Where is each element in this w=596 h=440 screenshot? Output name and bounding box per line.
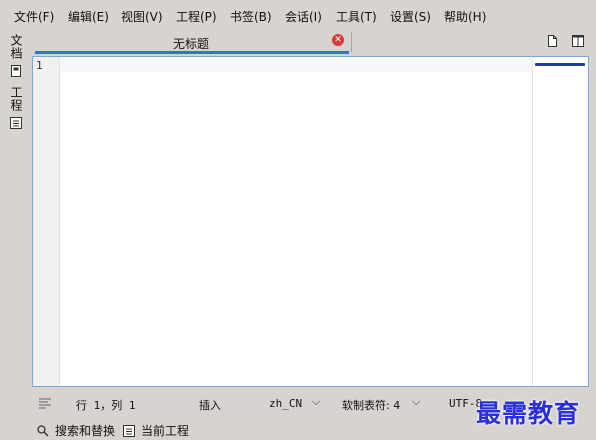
split-view-icon[interactable] <box>572 35 584 47</box>
language-chevron-down-icon[interactable]: ⌵ <box>312 395 320 409</box>
project-icon <box>10 117 22 129</box>
menu-file[interactable]: 文件(F) <box>14 8 54 25</box>
cursor-position[interactable]: 行 1，列 1 <box>76 397 136 413</box>
sidebar-tab-projects[interactable]: 工程 <box>9 86 23 129</box>
watermark-logo: 最需教育 <box>476 399 581 428</box>
search-replace-label: 搜索和替换 <box>55 424 116 438</box>
search-icon <box>37 424 49 437</box>
menu-edit[interactable]: 编辑(E) <box>68 8 109 25</box>
line-number: 1 <box>36 59 43 72</box>
tab-divider <box>351 32 352 52</box>
menu-bookmarks[interactable]: 书签(B) <box>230 8 272 25</box>
document-icon <box>11 65 21 77</box>
line-number-gutter: 1 <box>33 57 60 386</box>
menu-help[interactable]: 帮助(H) <box>444 8 486 25</box>
indent-setting[interactable]: 软制表符: 4 <box>342 397 400 413</box>
current-project-tab[interactable]: 当前工程 <box>123 422 189 439</box>
indent-chevron-down-icon[interactable]: ⌵ <box>412 395 420 409</box>
menu-project[interactable]: 工程(P) <box>176 8 217 25</box>
menu-view[interactable]: 视图(V) <box>121 8 163 25</box>
sidebar-projects-label: 工程 <box>9 86 23 112</box>
minimap-viewport[interactable] <box>535 63 585 66</box>
current-project-label: 当前工程 <box>141 424 190 438</box>
sidebar-tab-documents[interactable]: 文档 <box>9 34 23 77</box>
project-icon <box>123 424 135 437</box>
sidebar-documents-label: 文档 <box>9 34 23 60</box>
menu-bar: 文件(F) 编辑(E) 视图(V) 工程(P) 书签(B) 会话(I) 工具(T… <box>0 0 596 30</box>
active-tab-indicator <box>35 51 349 54</box>
input-mode[interactable]: 插入 <box>199 397 221 413</box>
minimap-scrollbar[interactable] <box>532 57 588 386</box>
tab-label: 无标题 <box>172 37 209 51</box>
menu-settings[interactable]: 设置(S) <box>390 8 431 25</box>
tab-untitled[interactable]: 无标题 ✕ <box>33 30 349 54</box>
current-line-highlight <box>60 58 532 72</box>
close-tab-icon[interactable]: ✕ <box>332 34 344 46</box>
search-replace-tab[interactable]: 搜索和替换 <box>37 422 115 439</box>
language-selector[interactable]: zh_CN <box>269 397 302 410</box>
new-document-icon[interactable] <box>546 35 558 47</box>
left-sidebar: 文档 工程 <box>0 30 30 390</box>
menu-sessions[interactable]: 会话(I) <box>285 8 322 25</box>
tab-bar: 无标题 ✕ <box>33 30 593 54</box>
word-count-icon[interactable] <box>39 397 51 409</box>
menu-tools[interactable]: 工具(T) <box>336 8 377 25</box>
text-editor[interactable]: 1 <box>32 56 589 387</box>
